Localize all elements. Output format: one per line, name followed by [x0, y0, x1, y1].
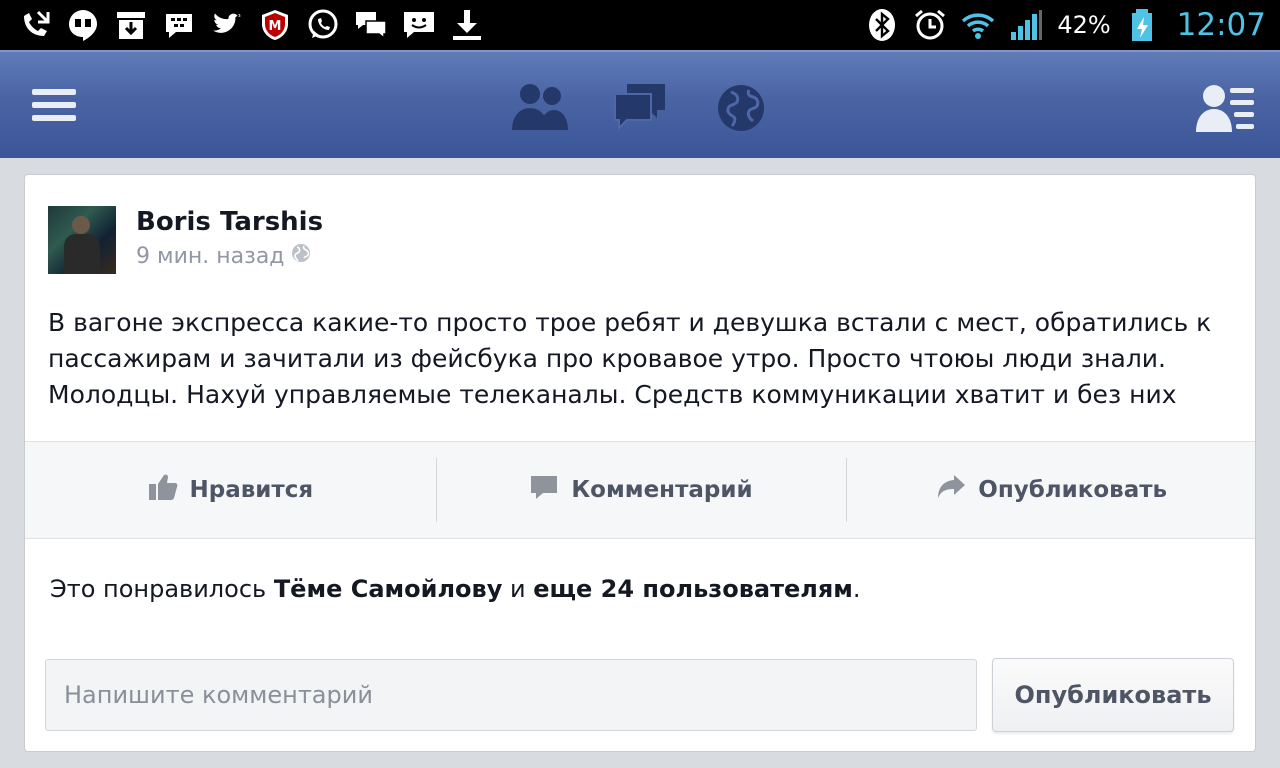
comment-icon	[529, 472, 559, 508]
notification-icons: M	[0, 8, 484, 42]
post-time-text: 9 мин. назад	[136, 243, 285, 269]
alarm-icon	[913, 8, 947, 42]
messenger-icon	[402, 8, 436, 42]
download-manager-icon	[114, 8, 148, 42]
notifications-globe-icon[interactable]	[715, 82, 767, 134]
status-bar: M 42% 12:07	[0, 0, 1280, 50]
chat-bubbles-icon	[354, 8, 388, 42]
post-card: Boris Tarshis 9 мин. назад В вагоне эксп…	[24, 174, 1256, 752]
thumbs-up-icon	[148, 472, 178, 508]
download-icon	[450, 8, 484, 42]
post-text: В вагоне экспресса какие-то просто трое …	[48, 308, 1212, 409]
likes-name[interactable]: Тёме Самойлову	[274, 575, 503, 603]
whatsapp-icon	[306, 8, 340, 42]
app-top-bar	[0, 50, 1280, 158]
likes-prefix: Это понравилось	[50, 575, 267, 603]
like-label: Нравится	[189, 477, 314, 503]
comment-input[interactable]	[45, 659, 977, 731]
messages-icon[interactable]	[613, 82, 667, 132]
contacts-icon[interactable]	[1196, 82, 1256, 134]
post-author[interactable]: Boris Tarshis	[136, 207, 323, 237]
comment-label: Комментарий	[571, 477, 753, 503]
missed-call-icon	[18, 8, 52, 42]
share-label: Опубликовать	[978, 477, 1168, 503]
bluetooth-icon	[865, 8, 899, 42]
friend-requests-icon[interactable]	[510, 80, 570, 132]
comment-button[interactable]: Комментарий	[435, 442, 847, 538]
hangouts-icon	[66, 8, 100, 42]
clock: 12:07	[1176, 7, 1266, 43]
svg-text:M: M	[269, 19, 282, 34]
likes-others[interactable]: еще 24 пользователям	[533, 575, 853, 603]
twitter-icon	[210, 8, 244, 42]
battery-percent: 42%	[1057, 11, 1111, 39]
avatar-body	[64, 234, 100, 274]
share-arrow-icon	[936, 472, 966, 508]
mcafee-icon: M	[258, 8, 292, 42]
likes-summary: Это понравилось Тёме Самойлову и еще 24 …	[50, 575, 861, 603]
system-indicators: 42% 12:07	[865, 7, 1280, 43]
share-button[interactable]: Опубликовать	[846, 442, 1255, 538]
menu-icon[interactable]	[30, 82, 80, 128]
like-button[interactable]: Нравится	[25, 442, 436, 538]
wifi-icon	[961, 8, 995, 42]
likes-middle: и	[509, 575, 526, 603]
post-timestamp: 9 мин. назад	[136, 243, 311, 269]
battery-icon	[1125, 8, 1159, 42]
avatar-head	[72, 216, 90, 234]
globe-icon	[291, 243, 311, 269]
likes-suffix: .	[852, 575, 861, 603]
post-actions: Нравится Комментарий Опубликовать	[25, 441, 1255, 539]
signal-icon	[1009, 8, 1043, 42]
bbm-icon	[162, 8, 196, 42]
avatar[interactable]	[48, 206, 116, 274]
publish-comment-button[interactable]: Опубликовать	[992, 658, 1234, 732]
